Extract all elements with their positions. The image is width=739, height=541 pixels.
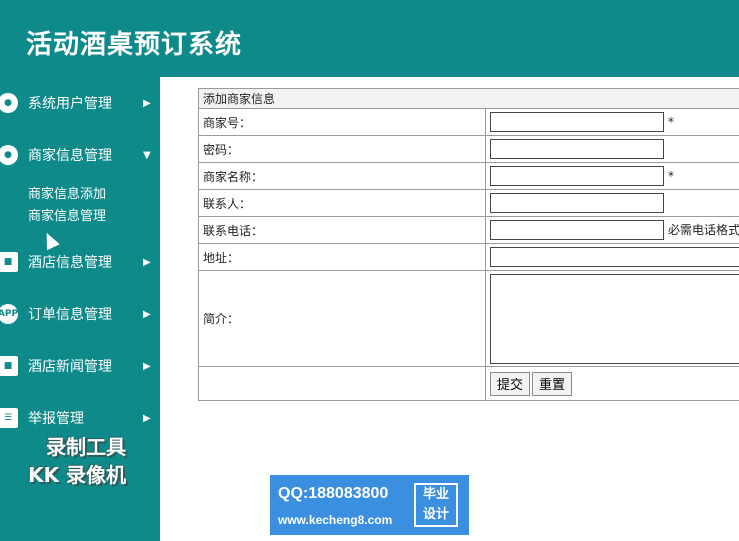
sidebar: ● 系统用户管理 ▶ ● 商家信息管理 ▼ 商家信息添加 商家信息管理 ■ 酒店… <box>0 77 160 541</box>
sidebar-item-label: 系统用户管理 <box>28 96 112 112</box>
merchant-id-input[interactable] <box>490 112 664 132</box>
sidebar-item-label: 酒店新闻管理 <box>28 359 112 375</box>
sidebar-item-order-info[interactable]: APP 订单信息管理 ▶ <box>0 299 160 329</box>
banner-site: www.kecheng8.com <box>278 513 393 527</box>
form-row-intro: 简介： <box>198 270 739 367</box>
sidebar-item-hotel-info[interactable]: ■ 酒店信息管理 ▶ <box>0 247 160 277</box>
field-label: 简介： <box>198 270 486 367</box>
header: 活动酒桌预订系统 <box>0 0 739 77</box>
form-row-password: 密码： <box>198 135 739 163</box>
sidebar-item-merchant-info[interactable]: ● 商家信息管理 ▼ <box>0 140 160 170</box>
sidebar-item-system-users[interactable]: ● 系统用户管理 ▶ <box>0 88 160 118</box>
banner-qq: QQ:188083800 <box>278 485 389 502</box>
recorder-watermark: 录制工具 KK 录像机 <box>28 433 126 489</box>
chevron-right-icon: ▶ <box>143 308 151 320</box>
field-label: 联系电话： <box>198 216 486 244</box>
field-label: 联系人： <box>198 189 486 217</box>
password-input[interactable] <box>490 139 664 159</box>
sidebar-item-label: 酒店信息管理 <box>28 255 112 271</box>
phone-input[interactable] <box>490 220 664 240</box>
merchant-name-input[interactable] <box>490 166 664 186</box>
form-row-address: 地址： <box>198 243 739 271</box>
sidebar-item-hotel-news[interactable]: ■ 酒店新闻管理 ▶ <box>0 351 160 381</box>
submit-button[interactable]: 提交 <box>490 371 531 396</box>
field-label: 商家号： <box>198 108 486 136</box>
app-icon: APP <box>0 304 18 324</box>
form-caption: 添加商家信息 <box>198 88 739 109</box>
chevron-right-icon: ▶ <box>143 412 151 424</box>
report-icon: ☰ <box>0 408 18 428</box>
required-mark: * <box>668 115 674 129</box>
contact-banner: QQ:188083800 www.kecheng8.com 毕业 设计 <box>270 475 469 535</box>
required-mark: * <box>668 169 674 183</box>
app-title: 活动酒桌预订系统 <box>26 30 243 60</box>
sidebar-subitem-merchant-add[interactable]: 商家信息添加 <box>28 183 106 202</box>
field-label: 商家名称： <box>198 162 486 190</box>
banner-badge: 毕业 设计 <box>414 483 458 527</box>
chevron-right-icon: ▶ <box>143 97 151 109</box>
form-row-merchant-id: 商家号： * <box>198 108 739 136</box>
chevron-right-icon: ▶ <box>143 360 151 372</box>
chevron-down-icon: ▼ <box>143 149 151 161</box>
watermark-line-1: 录制工具 <box>46 435 126 459</box>
sidebar-subitem-merchant-manage[interactable]: 商家信息管理 <box>28 205 106 224</box>
hotel-icon: ■ <box>0 252 18 272</box>
form-row-actions: 提交 重置 <box>198 366 739 401</box>
field-label: 地址： <box>198 243 486 271</box>
main-content: 添加商家信息 商家号： * 密码： 商家名称： * 联系人： 联系电话： 必需电… <box>160 77 739 541</box>
form-row-contact: 联系人： <box>198 189 739 217</box>
phone-format-hint: 必需电话格式 <box>668 223 739 237</box>
intro-textarea[interactable] <box>490 273 739 364</box>
user-icon: ● <box>0 93 18 113</box>
contact-person-input[interactable] <box>490 193 664 213</box>
chevron-right-icon: ▶ <box>143 256 151 268</box>
sidebar-item-report[interactable]: ☰ 举报管理 ▶ <box>0 403 160 433</box>
news-icon: ■ <box>0 356 18 376</box>
sidebar-item-label: 订单信息管理 <box>28 307 112 323</box>
address-input[interactable] <box>490 247 739 267</box>
form-row-phone: 联系电话： 必需电话格式 <box>198 216 739 244</box>
form-row-merchant-name: 商家名称： * <box>198 162 739 190</box>
field-label: 密码： <box>198 135 486 163</box>
reset-button[interactable]: 重置 <box>532 371 573 396</box>
sidebar-item-label: 举报管理 <box>28 411 84 427</box>
shop-user-icon: ● <box>0 145 18 165</box>
merchant-form: 添加商家信息 商家号： * 密码： 商家名称： * 联系人： 联系电话： 必需电… <box>198 88 739 401</box>
watermark-line-2: KK 录像机 <box>28 463 126 487</box>
sidebar-item-label: 商家信息管理 <box>28 148 112 164</box>
